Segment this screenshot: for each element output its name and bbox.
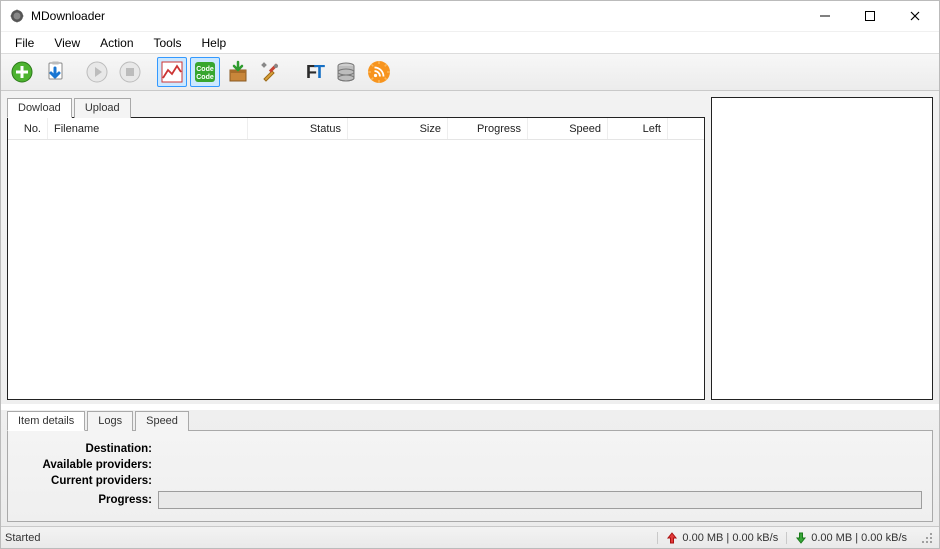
upload-arrow-icon — [666, 532, 678, 544]
ft-icon: FT — [300, 60, 326, 84]
paste-download-button[interactable] — [40, 57, 70, 87]
close-button[interactable] — [892, 2, 937, 30]
col-status[interactable]: Status — [248, 118, 348, 139]
stop-icon — [118, 60, 142, 84]
chart-icon — [160, 60, 184, 84]
label-destination: Destination: — [18, 443, 158, 455]
label-progress: Progress: — [18, 494, 158, 506]
rss-button[interactable] — [364, 57, 394, 87]
side-panel — [711, 97, 933, 400]
tab-upload[interactable]: Upload — [74, 98, 131, 118]
download-stats: 0.00 MB | 0.00 kB/s — [811, 532, 907, 544]
svg-text:T: T — [314, 62, 325, 82]
progress-bar — [158, 491, 922, 509]
resize-grip[interactable] — [919, 530, 935, 546]
stop-button[interactable] — [115, 57, 145, 87]
tab-download[interactable]: Dowload — [7, 98, 72, 118]
col-progress[interactable]: Progress — [448, 118, 528, 139]
svg-text:Code: Code — [196, 74, 214, 81]
upload-stats: 0.00 MB | 0.00 kB/s — [682, 532, 778, 544]
menu-help[interactable]: Help — [192, 34, 237, 52]
col-speed[interactable]: Speed — [528, 118, 608, 139]
tab-item-details[interactable]: Item details — [7, 411, 85, 431]
menubar: File View Action Tools Help — [1, 31, 939, 53]
toolbar: CodeCode FT — [1, 53, 939, 91]
detail-body: Destination: Available providers: Curren… — [7, 430, 933, 522]
col-no[interactable]: No. — [8, 118, 48, 139]
play-icon — [85, 60, 109, 84]
code-button[interactable]: CodeCode — [190, 57, 220, 87]
add-button[interactable] — [7, 57, 37, 87]
code-icon: CodeCode — [193, 60, 217, 84]
list-body — [8, 140, 704, 399]
menu-file[interactable]: File — [5, 34, 44, 52]
database-button[interactable] — [331, 57, 361, 87]
filetype-button[interactable]: FT — [298, 57, 328, 87]
tools-icon — [259, 60, 283, 84]
menu-view[interactable]: View — [44, 34, 90, 52]
maximize-button[interactable] — [847, 2, 892, 30]
label-current-providers: Current providers: — [18, 475, 158, 487]
svg-text:Code: Code — [196, 66, 214, 73]
col-size[interactable]: Size — [348, 118, 448, 139]
download-arrow-icon — [795, 532, 807, 544]
app-icon — [9, 8, 25, 24]
label-available-providers: Available providers: — [18, 459, 158, 471]
titlebar: MDownloader — [1, 1, 939, 31]
play-button[interactable] — [82, 57, 112, 87]
statusbar: Started 0.00 MB | 0.00 kB/s 0.00 MB | 0.… — [1, 526, 939, 548]
download-list[interactable]: No. Filename Status Size Progress Speed … — [7, 117, 705, 400]
minimize-button[interactable] — [802, 2, 847, 30]
activity-button[interactable] — [157, 57, 187, 87]
column-headers[interactable]: No. Filename Status Size Progress Speed … — [8, 118, 704, 140]
menu-action[interactable]: Action — [90, 34, 143, 52]
tab-logs[interactable]: Logs — [87, 411, 133, 431]
add-icon — [10, 60, 34, 84]
tab-speed[interactable]: Speed — [135, 411, 189, 431]
menu-tools[interactable]: Tools — [144, 34, 192, 52]
database-icon — [334, 60, 358, 84]
col-filename[interactable]: Filename — [48, 118, 248, 139]
extract-button[interactable] — [223, 57, 253, 87]
clipboard-download-icon — [43, 60, 67, 84]
app-title: MDownloader — [31, 9, 105, 23]
package-icon — [226, 60, 250, 84]
status-text: Started — [5, 532, 40, 544]
rss-icon — [367, 60, 391, 84]
col-left[interactable]: Left — [608, 118, 668, 139]
settings-button[interactable] — [256, 57, 286, 87]
